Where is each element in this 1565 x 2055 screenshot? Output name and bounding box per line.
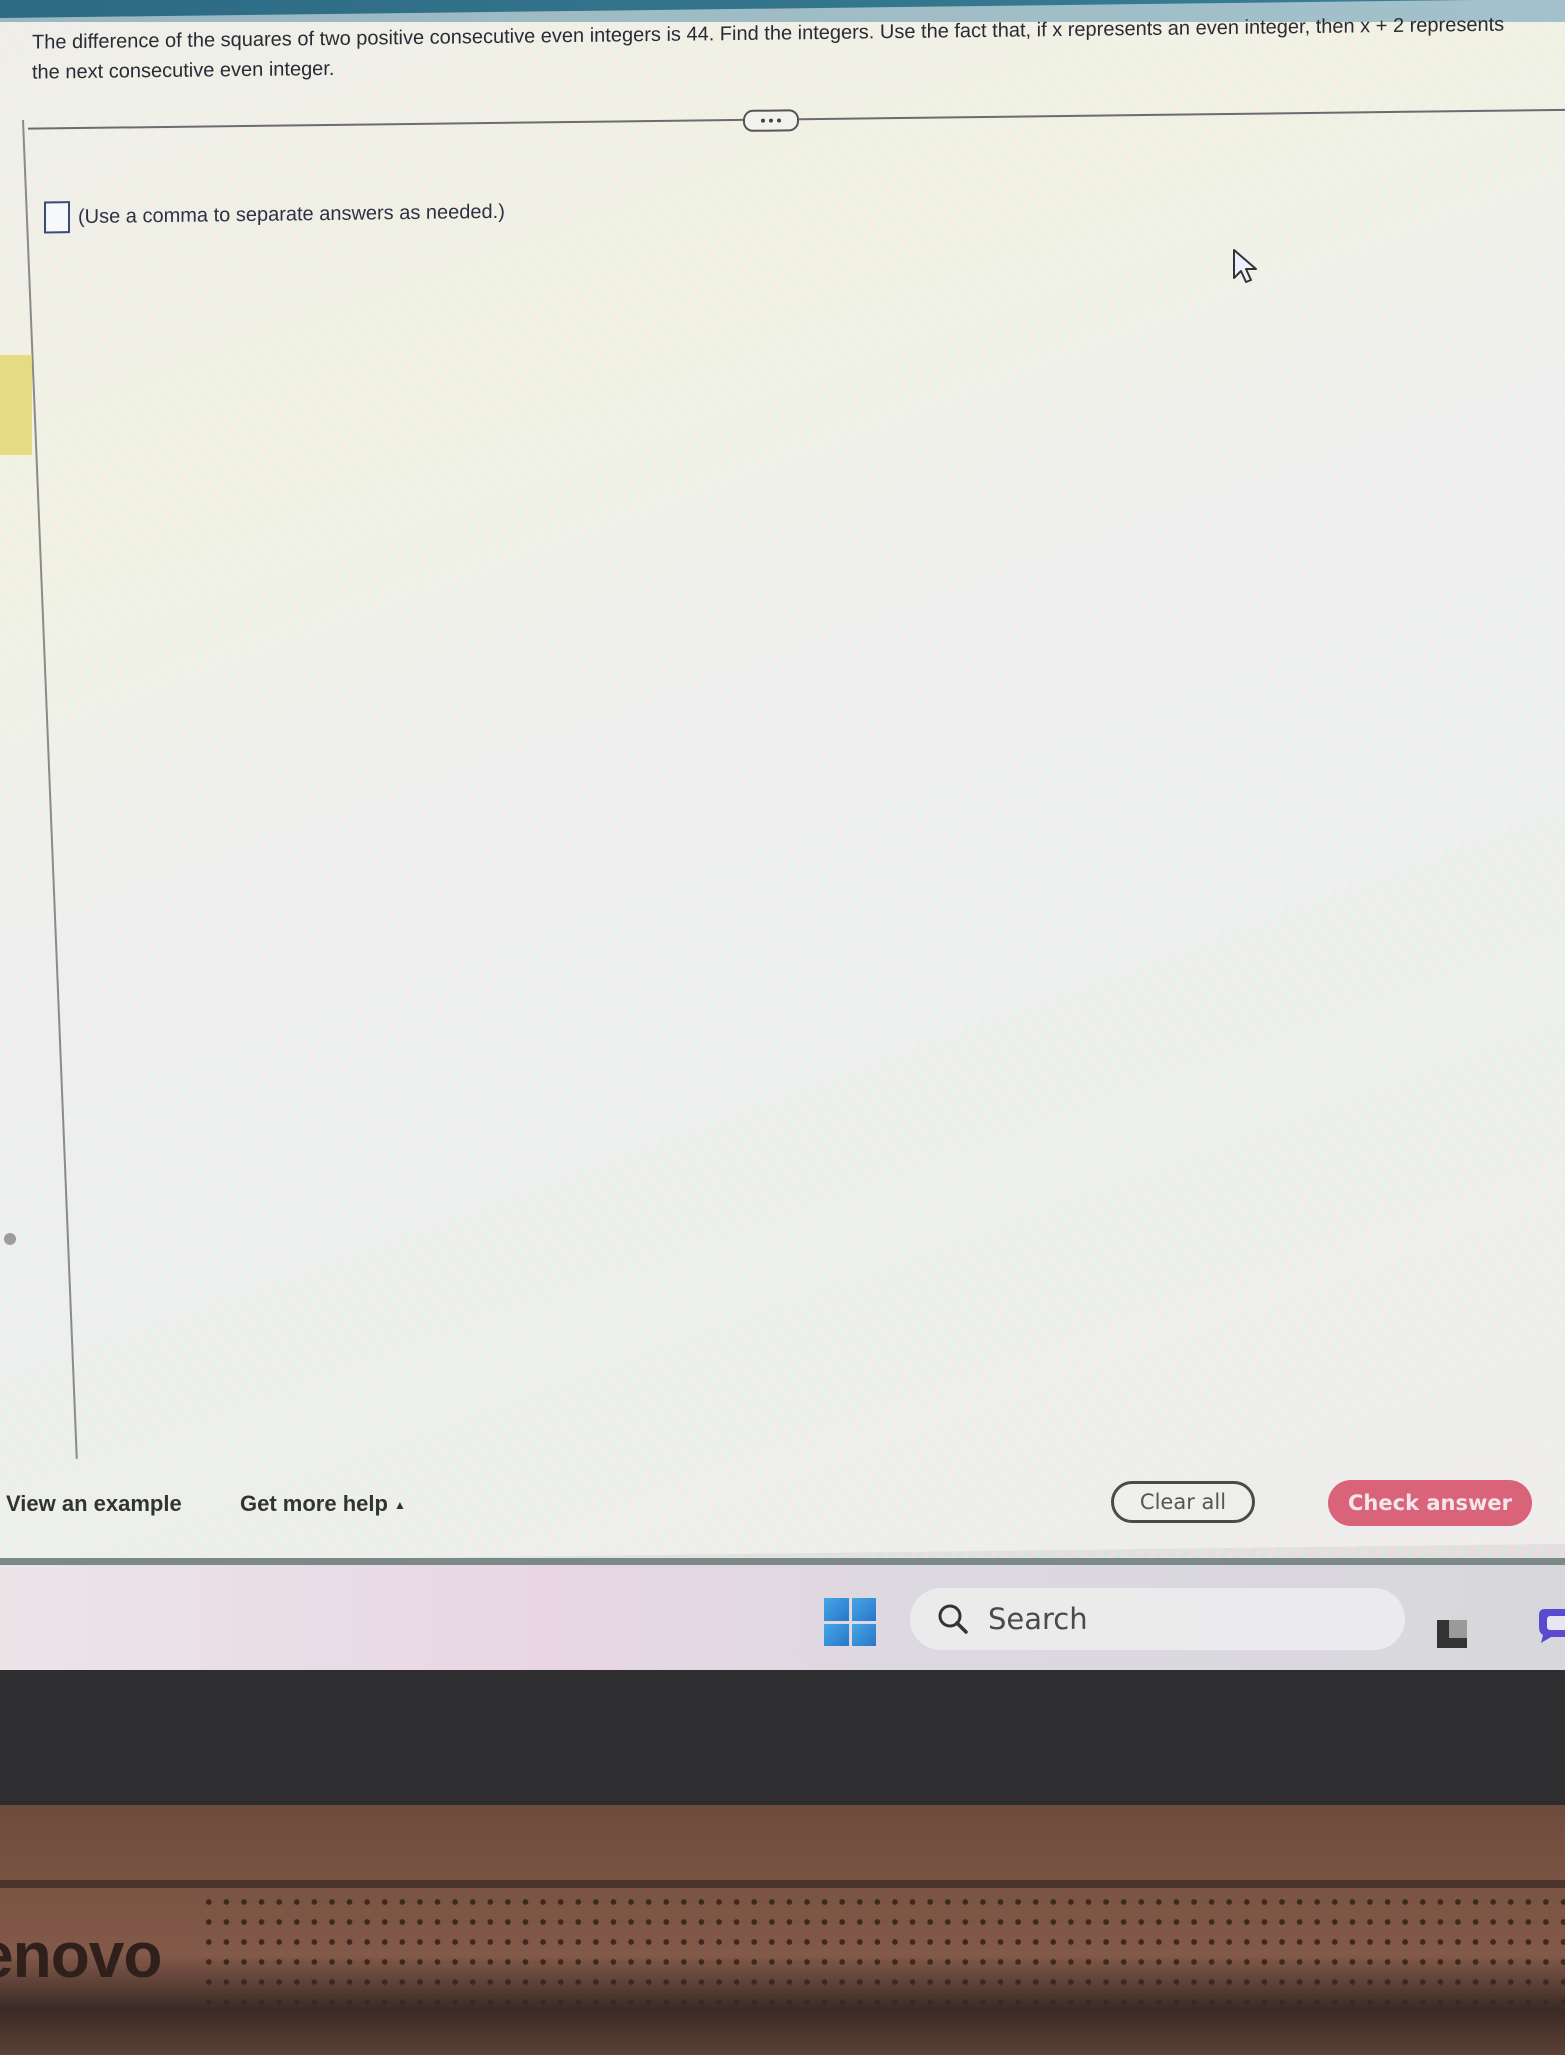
side-highlight-tab[interactable] (0, 355, 32, 455)
mouse-cursor-icon (1233, 249, 1257, 283)
ellipsis-icon (761, 118, 765, 123)
question-text: The difference of the squares of two pos… (32, 13, 1505, 84)
chat-icon[interactable] (1537, 1607, 1565, 1645)
windows-logo-icon[interactable] (824, 1598, 876, 1646)
get-more-help-label: Get more help (240, 1491, 388, 1516)
speaker-grille (200, 1892, 1565, 2012)
laptop-hinge (0, 1880, 1565, 1888)
window-bottom-edge (0, 1558, 1565, 1565)
search-icon (938, 1604, 968, 1634)
search-placeholder: Search (988, 1602, 1088, 1636)
brand-logo: enovo (0, 1919, 162, 1991)
answer-row: (Use a comma to separate answers as need… (44, 196, 505, 234)
expand-question-button[interactable] (743, 109, 799, 132)
answer-hint: (Use a comma to separate answers as need… (78, 200, 505, 228)
question-page: The difference of the squares of two pos… (0, 0, 1565, 1564)
get-more-help-link[interactable]: Get more help ▲ (240, 1491, 406, 1517)
side-indicator-dot (4, 1233, 16, 1245)
task-view-icon[interactable] (1435, 1610, 1485, 1650)
check-answer-button[interactable]: Check answer (1328, 1480, 1532, 1526)
taskbar-search-box[interactable]: Search (910, 1588, 1405, 1650)
caret-up-icon: ▲ (394, 1498, 406, 1513)
answer-input[interactable] (44, 201, 70, 234)
question-footer: View an example Get more help ▲ Clear al… (0, 1463, 1565, 1558)
windows-taskbar: Search (0, 1565, 1565, 1670)
screen-bezel (0, 1670, 1565, 1805)
laptop-screen: The difference of the squares of two pos… (0, 0, 1565, 1670)
ellipsis-icon (777, 118, 781, 123)
clear-all-button[interactable]: Clear all (1111, 1481, 1255, 1523)
view-example-link[interactable]: View an example (6, 1491, 182, 1517)
ellipsis-icon (769, 118, 773, 123)
